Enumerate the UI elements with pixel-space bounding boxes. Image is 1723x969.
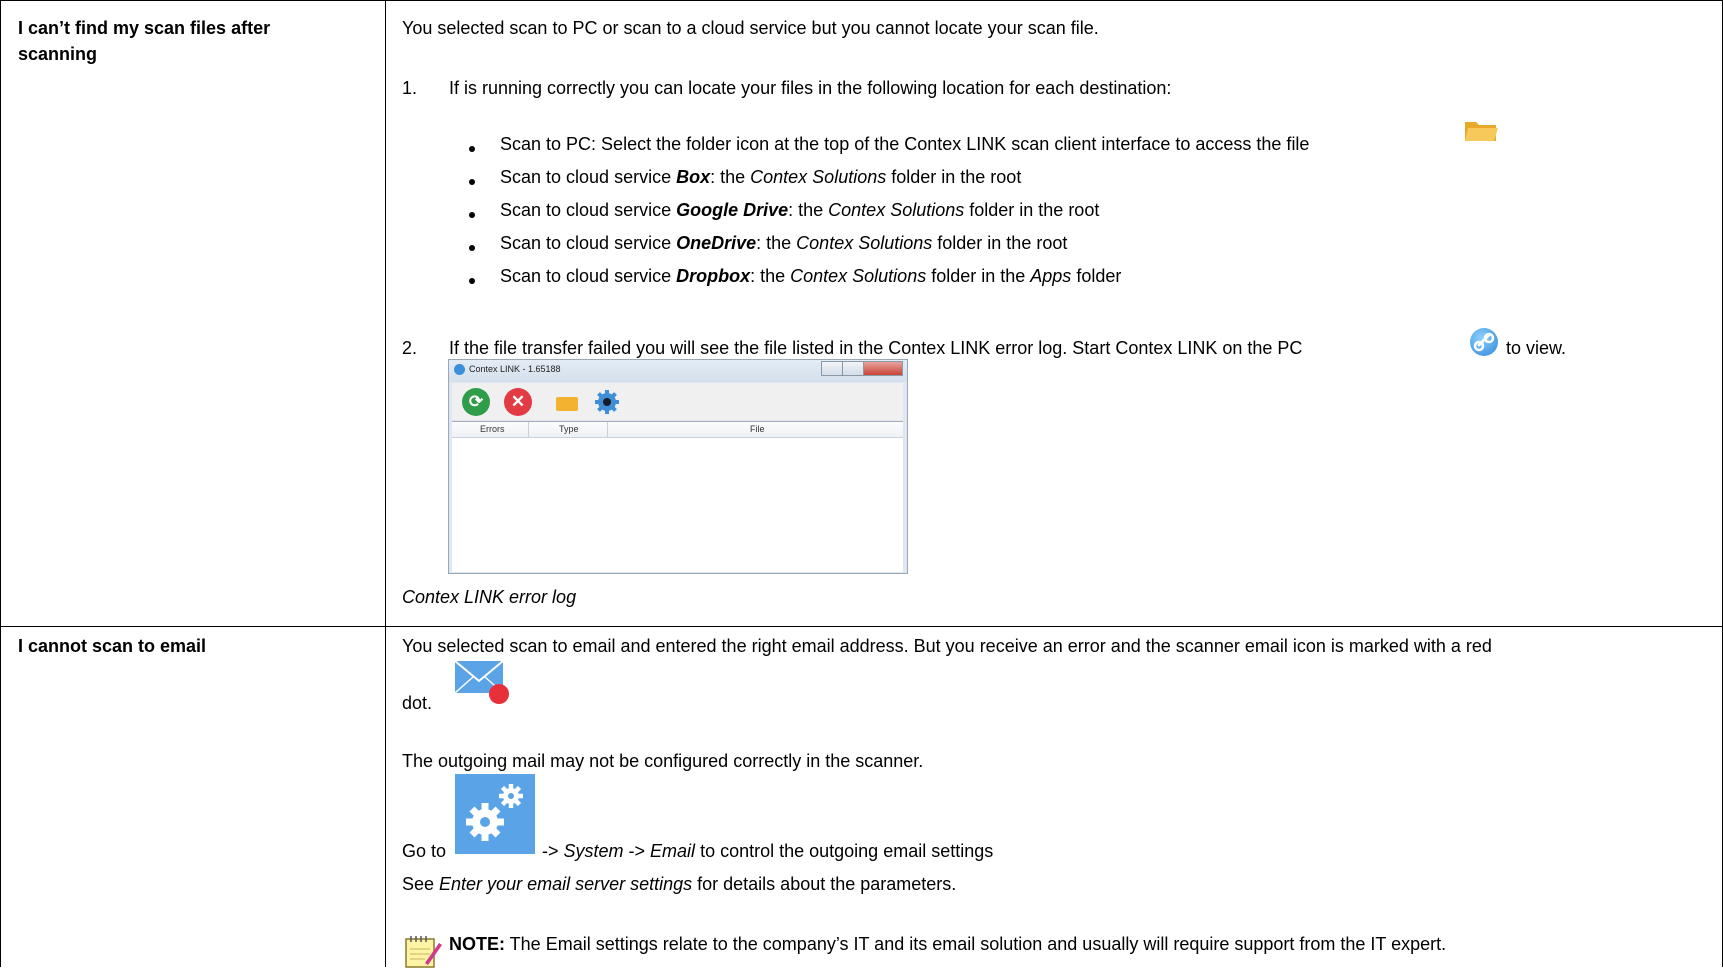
bullet-dot	[469, 146, 475, 152]
email-error-icon	[455, 660, 509, 704]
app-logo-icon	[454, 364, 465, 375]
link-icon	[1473, 332, 1495, 352]
step2-number: 2.	[402, 338, 418, 358]
step1-number: 1.	[402, 78, 418, 98]
row2-title: I cannot scan to email	[18, 636, 207, 656]
gear-icon	[466, 784, 523, 841]
error-log-grid: Errors Type File	[452, 421, 903, 572]
refresh-icon: ⟳	[462, 388, 490, 416]
row2-para2: The outgoing mail may not be configured …	[402, 751, 924, 771]
bullet-scan-to-pc: Scan to PC: Select the folder icon at th…	[500, 134, 1310, 154]
bullet-dropbox: Scan to cloud service Dropbox: the Conte…	[500, 266, 1122, 286]
bullet-dot	[469, 278, 475, 284]
service-name-google-drive: Google Drive	[676, 200, 789, 220]
bullet-onedrive: Scan to cloud service OneDrive: the Cont…	[500, 233, 1068, 253]
path-email: Email	[650, 841, 696, 861]
folder-icon	[556, 397, 578, 411]
email-settings-reference: Enter your email server settings	[439, 874, 693, 894]
column-header-errors: Errors	[480, 424, 505, 434]
cancel-icon: ✕	[504, 388, 532, 416]
maximize-button	[842, 361, 864, 376]
window-title: Contex LINK - 1.65188	[469, 364, 561, 374]
row2-see-line: See Enter your email server settings for…	[402, 874, 957, 894]
bullet-dot	[469, 179, 475, 185]
table-border-left	[0, 0, 1, 967]
window-titlebar: Contex LINK - 1.65188	[449, 360, 907, 382]
settings-gear-icon	[455, 774, 535, 854]
row2-note: NOTE: The Email settings relate to the c…	[449, 934, 1447, 954]
gear-icon	[595, 390, 619, 414]
row1-intro: You selected scan to PC or scan to a clo…	[402, 18, 1099, 38]
row2-goto-line: Go to	[402, 841, 447, 861]
row2-intro-line1: You selected scan to email and entered t…	[402, 636, 1492, 656]
bullet-dot	[469, 212, 475, 218]
step2-suffix: to view.	[1506, 338, 1567, 358]
note-icon	[405, 936, 442, 968]
contex-link-window-screenshot: Contex LINK - 1.65188 ⟳ ✕ Errors Type Fi…	[448, 359, 908, 574]
minimize-button	[821, 361, 843, 376]
row2-goto-path: -> System -> Email to control the outgoi…	[542, 841, 994, 861]
bullet-dot	[469, 245, 475, 251]
window-toolbar: ⟳ ✕	[452, 383, 903, 420]
grid-header: Errors Type File	[452, 422, 903, 438]
column-divider	[385, 0, 386, 967]
row2-intro-line2: dot.	[402, 693, 433, 713]
column-header-type: Type	[559, 424, 579, 434]
note-label: NOTE:	[449, 934, 505, 954]
step1-text: If is running correctly you can locate y…	[449, 78, 1172, 98]
bullet-box: Scan to cloud service Box: the Contex So…	[500, 167, 1022, 187]
bullet-google-drive: Scan to cloud service Google Drive: the …	[500, 200, 1100, 220]
window-controls	[821, 361, 903, 377]
folder-icon	[1465, 122, 1498, 141]
column-separator	[528, 422, 529, 437]
service-name-dropbox: Dropbox	[676, 266, 751, 286]
path-system: System	[563, 841, 624, 861]
error-log-caption: Contex LINK error log	[402, 587, 577, 607]
table-border-top	[0, 0, 1723, 1]
column-header-file: File	[750, 424, 765, 434]
service-name-box: Box	[676, 167, 711, 187]
row-divider	[0, 626, 1723, 627]
row1-title-line2: scanning	[18, 44, 98, 64]
row1-title-line1: I can’t find my scan files after	[18, 18, 271, 38]
service-name-onedrive: OneDrive	[676, 233, 757, 253]
contex-link-icon	[1470, 328, 1498, 356]
column-separator	[607, 422, 608, 437]
step2-text: If the file transfer failed you will see…	[449, 338, 1303, 358]
close-button	[863, 361, 903, 376]
